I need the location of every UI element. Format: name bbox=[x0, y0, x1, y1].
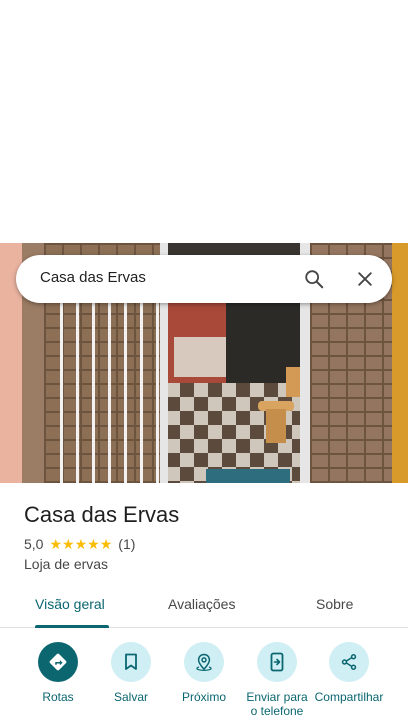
tab-overview[interactable]: Visão geral bbox=[35, 596, 105, 612]
rating-row[interactable]: 5,0 ★ ★ ★ ★ ★ (1) bbox=[24, 536, 135, 552]
star-icon: ★ bbox=[49, 536, 63, 552]
close-icon[interactable] bbox=[347, 261, 383, 297]
tab-about[interactable]: Sobre bbox=[316, 596, 353, 612]
search-input[interactable]: Casa das Ervas bbox=[40, 269, 146, 286]
photo-floor bbox=[166, 383, 308, 483]
star-icon: ★ bbox=[74, 536, 88, 552]
photo-door-mat bbox=[206, 469, 290, 483]
map-area-blank bbox=[0, 0, 408, 243]
share-button[interactable]: Compartilhar bbox=[311, 640, 387, 726]
action-buttons: Rotas Salvar Próximo Enviar para o telef… bbox=[0, 640, 408, 726]
save-label: Salvar bbox=[113, 690, 148, 704]
search-icon[interactable] bbox=[296, 261, 332, 297]
share-icon bbox=[329, 642, 369, 682]
nearby-label: Próximo bbox=[181, 690, 226, 704]
photo-counter bbox=[174, 337, 234, 377]
place-tabs: Visão geral Avaliações Sobre bbox=[0, 584, 408, 628]
rating-stars: ★ ★ ★ ★ ★ bbox=[49, 537, 112, 551]
directions-button[interactable]: Rotas bbox=[20, 640, 96, 704]
review-count[interactable]: (1) bbox=[118, 536, 135, 552]
directions-label: Rotas bbox=[42, 690, 74, 704]
photo-wall-right bbox=[392, 243, 408, 483]
rating-value: 5,0 bbox=[24, 536, 44, 552]
nearby-icon bbox=[184, 642, 224, 682]
bookmark-icon bbox=[111, 642, 151, 682]
directions-icon bbox=[38, 642, 78, 682]
send-to-phone-button[interactable]: Enviar para o telefone bbox=[239, 640, 315, 726]
photo-stool-leg bbox=[266, 409, 286, 443]
place-category[interactable]: Loja de ervas bbox=[24, 556, 108, 572]
tab-reviews[interactable]: Avaliações bbox=[168, 596, 235, 612]
send-to-phone-icon bbox=[257, 642, 297, 682]
search-bar[interactable]: Casa das Ervas bbox=[16, 255, 392, 303]
star-icon: ★ bbox=[62, 536, 75, 552]
active-tab-indicator bbox=[35, 625, 109, 628]
star-icon: ★ bbox=[87, 536, 100, 552]
save-button[interactable]: Salvar bbox=[93, 640, 169, 704]
nearby-button[interactable]: Próximo bbox=[166, 640, 242, 704]
share-label: Compartilhar bbox=[314, 690, 384, 704]
place-title: Casa das Ervas bbox=[24, 502, 180, 527]
send-to-phone-label: Enviar para o telefone bbox=[246, 690, 308, 718]
star-icon: ★ bbox=[99, 536, 113, 552]
